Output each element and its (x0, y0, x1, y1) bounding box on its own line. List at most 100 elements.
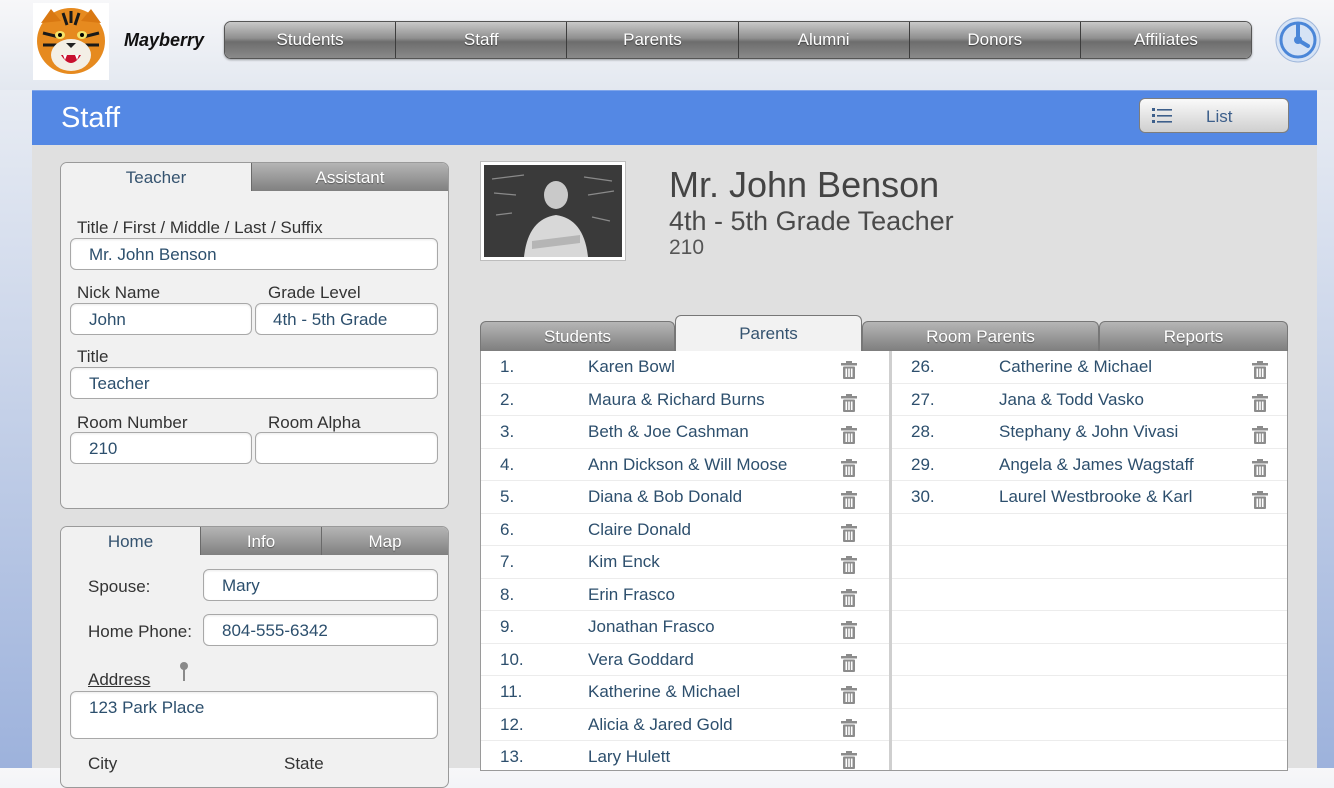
list-item[interactable]: 7. Kim Enck (481, 546, 889, 579)
list-item[interactable]: 5. Diana & Bob Donald (481, 481, 889, 514)
list-item-name[interactable]: Jana & Todd Vasko (999, 390, 1144, 410)
teacher-tabs: Teacher Assistant (61, 163, 448, 191)
trash-icon[interactable] (1252, 393, 1268, 412)
home-tabs: Home Info Map (61, 527, 448, 555)
trash-icon[interactable] (841, 361, 857, 379)
list-item-name[interactable]: Vera Goddard (588, 650, 694, 670)
list-item[interactable]: 13. Lary Hulett (481, 741, 889, 770)
list-item-name[interactable]: Erin Frasco (588, 585, 675, 605)
list-item[interactable]: 28. Stephany & John Vivasi (892, 416, 1287, 449)
list-item-name[interactable]: Catherine & Michael (999, 357, 1152, 377)
nav-parents[interactable]: Parents (567, 22, 739, 58)
list-button[interactable]: List (1139, 98, 1289, 133)
staff-photo (480, 161, 626, 261)
nav-donors[interactable]: Donors (909, 22, 1081, 58)
profile-name: Mr. John Benson (669, 164, 940, 205)
tab-teacher[interactable]: Teacher (61, 163, 251, 191)
list-item[interactable]: 2. Maura & Richard Burns (481, 384, 889, 416)
nav-alumni[interactable]: Alumni (738, 22, 910, 58)
trash-icon[interactable] (841, 491, 857, 509)
trash-icon[interactable] (841, 458, 857, 477)
list-item-name[interactable]: Jonathan Frasco (588, 617, 715, 637)
address-link[interactable]: Address (88, 670, 150, 690)
trash-icon[interactable] (1252, 491, 1268, 509)
list-item[interactable]: 1. Karen Bowl (481, 351, 889, 384)
trash-icon[interactable] (1252, 458, 1268, 477)
trash-icon[interactable] (1252, 426, 1268, 444)
list-item-name[interactable]: Laurel Westbrooke & Karl (999, 487, 1192, 507)
room-number-field[interactable]: 210 (70, 432, 252, 464)
list-item-number: 10. (500, 649, 524, 669)
tab-assistant[interactable]: Assistant (251, 163, 448, 191)
list-item[interactable]: 30. Laurel Westbrooke & Karl (892, 481, 1287, 514)
list-item[interactable]: 29. Angela & James Wagstaff (892, 449, 1287, 481)
list-item[interactable]: 26. Catherine & Michael (892, 351, 1287, 384)
list-item[interactable]: 3. Beth & Joe Cashman (481, 416, 889, 449)
tab-home[interactable]: Home (61, 527, 200, 555)
list-item-name[interactable]: Lary Hulett (588, 747, 670, 767)
list-item-name[interactable]: Ann Dickson & Will Moose (588, 455, 787, 475)
nav-affiliates[interactable]: Affiliates (1080, 22, 1251, 58)
list-item-name[interactable]: Claire Donald (588, 520, 691, 540)
tiger-logo (33, 3, 109, 80)
trash-icon[interactable] (841, 751, 857, 769)
home-phone-field[interactable]: 804-555-6342 (203, 614, 438, 646)
room-alpha-field[interactable] (255, 432, 438, 464)
list-item-name[interactable]: Beth & Joe Cashman (588, 422, 749, 442)
spouse-field[interactable]: Mary (203, 569, 438, 601)
trash-icon[interactable] (841, 556, 857, 574)
parents-column-right: 26. Catherine & Michael 27. Jana & Todd Vas… (892, 351, 1287, 770)
grade-level-field[interactable]: 4th - 5th Grade (255, 303, 438, 335)
profile-room: 210 (669, 236, 705, 259)
list-icon (1152, 108, 1172, 123)
name-field[interactable]: Mr. John Benson (70, 238, 438, 270)
home-phone-label: Home Phone: (88, 622, 192, 641)
list-item-name[interactable]: Katherine & Michael (588, 682, 740, 702)
empty-row (892, 546, 1287, 579)
grade-level-label: Grade Level (268, 283, 361, 302)
list-item[interactable]: 10. Vera Goddard (481, 644, 889, 676)
empty-row (892, 514, 1287, 546)
list-item-name[interactable]: Karen Bowl (588, 357, 675, 377)
address-field[interactable]: 123 Park Place (70, 691, 438, 739)
list-item-name[interactable]: Alicia & Jared Gold (588, 715, 733, 735)
trash-icon[interactable] (841, 523, 857, 542)
list-item-name[interactable]: Stephany & John Vivasi (999, 422, 1178, 442)
trash-icon[interactable] (841, 621, 857, 639)
home-card: Home Info Map Spouse: Mary Home Phone: 8… (60, 526, 449, 788)
list-item[interactable]: 6. Claire Donald (481, 514, 889, 546)
list-item[interactable]: 9. Jonathan Frasco (481, 611, 889, 644)
trash-icon[interactable] (841, 686, 857, 704)
list-item[interactable]: 8. Erin Frasco (481, 579, 889, 611)
tab-parents[interactable]: Parents (675, 315, 862, 351)
list-item-number: 6. (500, 519, 515, 539)
tab-reports[interactable]: Reports (1099, 321, 1288, 351)
nick-name-field[interactable]: John (70, 303, 252, 335)
home-globe-icon[interactable] (1274, 16, 1322, 64)
tab-room-parents[interactable]: Room Parents (862, 321, 1099, 351)
trash-icon[interactable] (1252, 361, 1268, 379)
nav-students[interactable]: Students (225, 22, 397, 58)
trash-icon[interactable] (841, 588, 857, 607)
tab-map[interactable]: Map (321, 527, 448, 555)
list-item[interactable]: 11. Katherine & Michael (481, 676, 889, 709)
trash-icon[interactable] (841, 426, 857, 444)
tab-students[interactable]: Students (480, 321, 675, 351)
trash-icon[interactable] (841, 718, 857, 737)
map-pin-icon[interactable] (178, 661, 190, 688)
trash-icon[interactable] (841, 393, 857, 412)
list-item-name[interactable]: Diana & Bob Donald (588, 487, 742, 507)
list-item-name[interactable]: Angela & James Wagstaff (999, 455, 1194, 475)
title-field[interactable]: Teacher (70, 367, 438, 399)
tab-info[interactable]: Info (200, 527, 321, 555)
name-label: Title / First / Middle / Last / Suffix (77, 218, 323, 237)
list-item-name[interactable]: Maura & Richard Burns (588, 390, 765, 410)
trash-icon[interactable] (841, 653, 857, 672)
list-item-number: 29. (911, 454, 935, 474)
list-item-name[interactable]: Kim Enck (588, 552, 660, 572)
list-item-number: 12. (500, 714, 524, 734)
nav-staff[interactable]: Staff (396, 22, 568, 58)
list-item[interactable]: 27. Jana & Todd Vasko (892, 384, 1287, 416)
list-item[interactable]: 4. Ann Dickson & Will Moose (481, 449, 889, 481)
list-item[interactable]: 12. Alicia & Jared Gold (481, 709, 889, 741)
